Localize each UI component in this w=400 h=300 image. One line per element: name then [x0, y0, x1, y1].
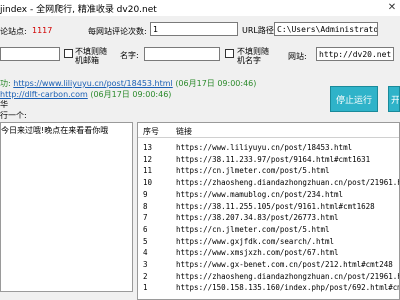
- table-row[interactable]: 2 https://zhaosheng.diandazhongzhuan.cn/p…: [138, 271, 399, 282]
- table-header: 序号 链接: [138, 123, 399, 138]
- log-line-1: 功: https://www.liliyuyu.cn/post/18453.ht…: [0, 78, 256, 89]
- row-index: 2: [143, 271, 148, 281]
- table-row[interactable]: 8 https://38.11.255.105/post/9161.html#cm…: [138, 201, 399, 212]
- results-table[interactable]: 序号 链接 13 https://www.liliyuyu.cn/post/184…: [137, 122, 400, 300]
- log-line-3: 华: [0, 100, 8, 109]
- row-link[interactable]: https://www.gx-benet.com.cn/post/212.htm…: [176, 259, 393, 270]
- table-row[interactable]: 13 https://www.liliyuyu.cn/post/18453.htm…: [138, 142, 399, 153]
- log-timestamp: (06月17日 09:00:46): [90, 90, 172, 99]
- row-index: 13: [143, 143, 153, 152]
- site-count-label: 论站点:: [0, 27, 27, 36]
- row-link[interactable]: https://zhaosheng.diandazhongzhuan.cn/po…: [176, 177, 399, 188]
- per-site-count-input[interactable]: 1: [150, 22, 238, 36]
- table-row[interactable]: 10 https://zhaosheng.diandazhongzhuan.cn/…: [138, 177, 399, 188]
- url-path-input[interactable]: C:\Users\Administrator.W: [274, 22, 378, 36]
- row-link[interactable]: https://www.xmsjxzh.com/post/67.html: [176, 247, 339, 258]
- table-row[interactable]: 4 https://www.xmsjxzh.com/post/67.html: [138, 247, 399, 258]
- row-link[interactable]: https://38.11.233.97/post/9164.html#cmt1…: [176, 154, 370, 165]
- row-index: 4: [143, 248, 148, 258]
- row-index: 7: [143, 213, 148, 223]
- log-timestamp: (06月17日 09:00:46): [175, 79, 257, 88]
- random-name-label: 不填则随 机名字: [237, 47, 269, 65]
- log-status-prefix: 功:: [0, 79, 11, 88]
- table-row[interactable]: 3 https://www.gx-benet.com.cn/post/212.ht…: [138, 259, 399, 270]
- random-name-checkbox[interactable]: [225, 49, 234, 58]
- table-row[interactable]: 1 https://150.158.135.160/index.php/post/…: [138, 282, 399, 293]
- log-site-link[interactable]: http://dlft-carbon.com: [0, 90, 88, 99]
- row-link[interactable]: https://www.liliyuyu.cn/post/18453.html: [176, 142, 352, 153]
- row-index: 3: [143, 260, 148, 269]
- row-link[interactable]: https://zhaosheng.diandazhongzhuan.cn/po…: [176, 271, 399, 282]
- row-index: 8: [143, 201, 148, 211]
- url-path-label: URL路径:: [242, 26, 277, 35]
- row-index: 5: [143, 236, 148, 246]
- row-link[interactable]: https://38.207.34.83/post/26773.html: [176, 212, 339, 223]
- row-link[interactable]: https://cn.jlmeter.com/post/5.html: [176, 224, 330, 235]
- stop-button[interactable]: 停止运行: [330, 86, 378, 112]
- row-index: 12: [143, 154, 153, 164]
- table-row[interactable]: 11 https://cn.jlmeter.com/post/5.html: [138, 165, 399, 176]
- comment-text: 今日来过哦!晚点在来看看你哦: [1, 126, 109, 135]
- table-row[interactable]: 12 https://38.11.233.97/post/9164.html#cm…: [138, 154, 399, 165]
- table-row[interactable]: 6 https://cn.jlmeter.com/post/5.html: [138, 224, 399, 235]
- email-input[interactable]: [0, 47, 60, 61]
- site-count-value: 1117: [32, 26, 53, 35]
- row-index: 1: [143, 283, 148, 293]
- website-label: 网站:: [288, 52, 307, 61]
- row-link[interactable]: https://www.mamublog.cn/post/234.html: [176, 189, 343, 200]
- row-index: 10: [143, 178, 153, 188]
- close-icon[interactable]: ✕: [384, 0, 400, 16]
- log-panel: 功: https://www.liliyuyu.cn/post/18453.ht…: [0, 78, 320, 120]
- website-input[interactable]: http://dv20.net: [316, 47, 394, 61]
- row-link[interactable]: https://www.gxjfdk.com/search/.html: [176, 236, 334, 247]
- random-email-checkbox[interactable]: [64, 49, 73, 58]
- start-button[interactable]: 开: [388, 86, 400, 112]
- log-line-2: http://dlft-carbon.com (06月17日 09:00:46): [0, 89, 171, 100]
- title-bar: jindex - 全网爬行, 精准收录 dv20.net ✕: [0, 0, 400, 16]
- name-input[interactable]: [144, 47, 220, 61]
- per-site-count-label: 每网站评论次数:: [88, 27, 147, 36]
- column-header-link[interactable]: 链接: [176, 126, 192, 137]
- log-line-4: 行一个:: [0, 111, 27, 120]
- table-row[interactable]: 5 https://www.gxjfdk.com/search/.html: [138, 236, 399, 247]
- row-link[interactable]: https://cn.jlmeter.com/post/5.html: [176, 165, 330, 176]
- row-index: 6: [143, 224, 148, 234]
- random-email-label: 不填则随 机邮箱: [75, 47, 107, 65]
- row-index: 11: [143, 166, 153, 176]
- log-success-link[interactable]: https://www.liliyuyu.cn/post/18453.html: [13, 79, 173, 88]
- row-link[interactable]: https://150.158.135.160/index.php/post/6…: [176, 282, 399, 293]
- row-index: 9: [143, 189, 148, 199]
- table-row[interactable]: 7 https://38.207.34.83/post/26773.html: [138, 212, 399, 223]
- row-link[interactable]: https://38.11.255.105/post/9161.html#cmt…: [176, 201, 375, 212]
- column-header-index[interactable]: 序号: [143, 126, 159, 137]
- table-row[interactable]: 9 https://www.mamublog.cn/post/234.html: [138, 189, 399, 200]
- window-title: jindex - 全网爬行, 精准收录 dv20.net: [0, 5, 157, 15]
- comment-textarea[interactable]: 今日来过哦!晚点在来看看你哦: [0, 122, 133, 292]
- name-label: 名字:: [120, 51, 139, 60]
